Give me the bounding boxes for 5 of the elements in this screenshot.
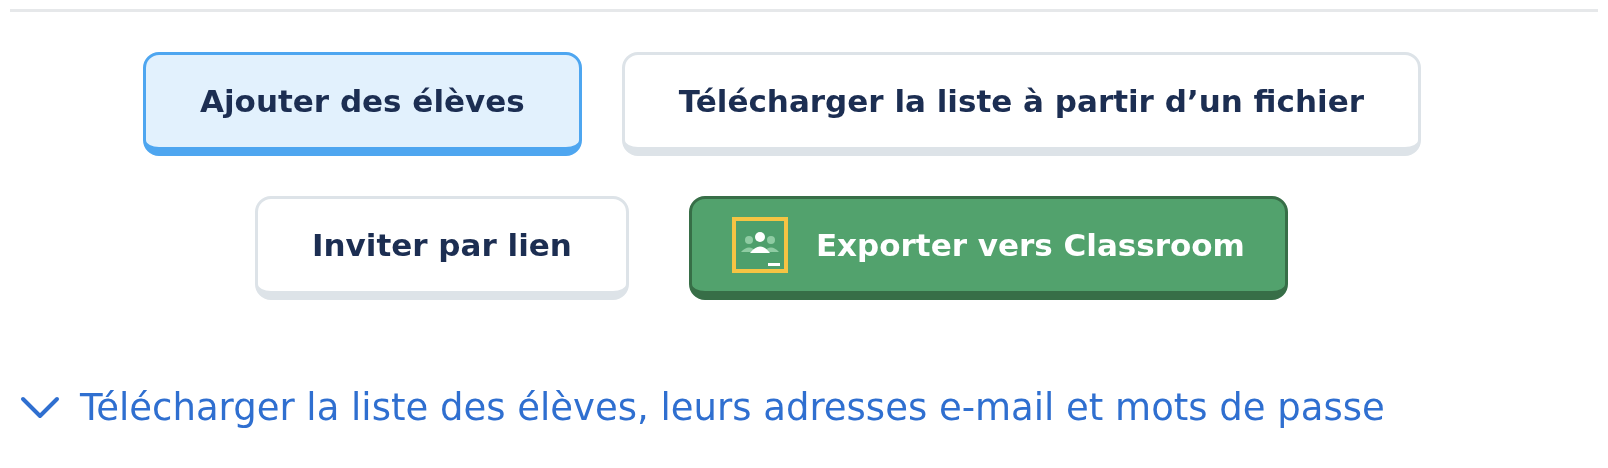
download-list-link[interactable]: Télécharger la liste des élèves, leurs adresses e-mail et mots de passe	[20, 386, 1385, 429]
option-button[interactable]: Inviter par lien	[255, 196, 629, 300]
option-button[interactable]: Ajouter des élèves	[143, 52, 582, 156]
option-button[interactable]: Télécharger la liste à partir d’un fichier	[621, 52, 1421, 156]
classroom-icon	[731, 217, 788, 273]
